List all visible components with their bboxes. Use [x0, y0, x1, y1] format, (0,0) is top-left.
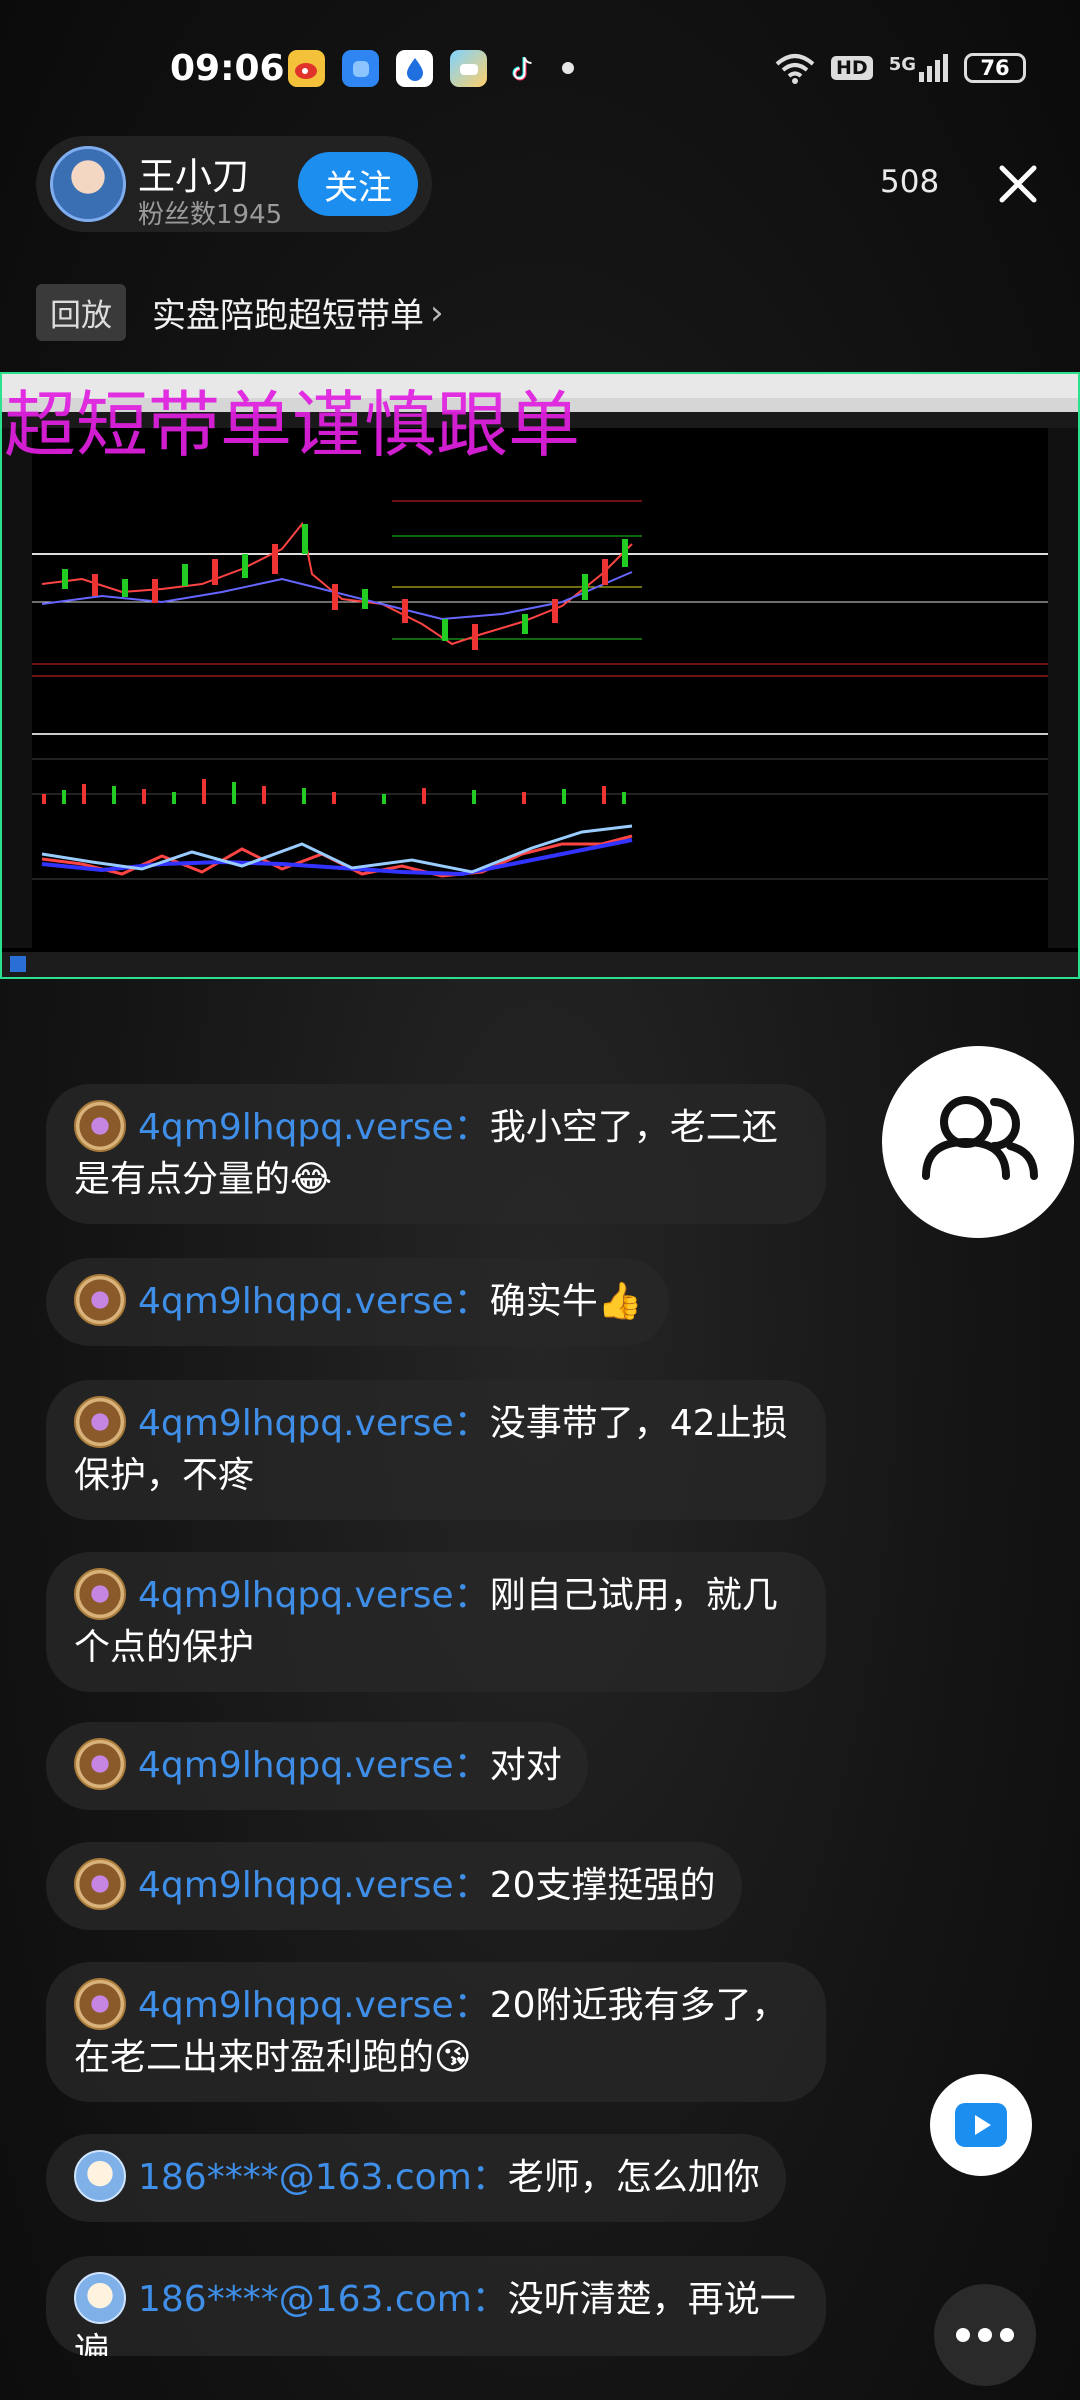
video-mode-button[interactable]: [930, 2074, 1032, 2176]
group-chat-button[interactable]: [882, 1046, 1074, 1238]
host-avatar[interactable]: [50, 146, 126, 222]
chat-message[interactable]: 4qm9lhqpq.verse：20支撑挺强的: [46, 1842, 742, 1930]
dot: [978, 2328, 992, 2342]
chat-username[interactable]: 4qm9lhqpq.verse：: [138, 1575, 490, 1616]
chat-message[interactable]: 186****@163.com：老师，怎么加你: [46, 2134, 786, 2222]
users-icon: [922, 1096, 1038, 1180]
replay-row[interactable]: 回放 实盘陪跑超短带单 ›: [36, 284, 444, 341]
system-icons: HD 5G 76: [775, 52, 1026, 84]
close-icon[interactable]: [994, 160, 1042, 208]
host-fans-count: 粉丝数1945: [138, 200, 283, 230]
chat-username[interactable]: 4qm9lhqpq.verse：: [138, 1403, 490, 1444]
blue-app-icon: [342, 50, 379, 87]
more-notifications-dot: [562, 62, 574, 74]
status-time: 09:06: [170, 48, 285, 89]
user-avatar[interactable]: [74, 1858, 126, 1910]
chat-message[interactable]: 4qm9lhqpq.verse：20附近我有多了，在老二出来时盈利跑的😘: [46, 1962, 826, 2102]
play-icon: [955, 2103, 1007, 2147]
chat-username[interactable]: 4qm9lhqpq.verse：: [138, 1985, 490, 2026]
replay-tag: 回放: [36, 284, 126, 341]
chat-username[interactable]: 4qm9lhqpq.verse：: [138, 1865, 490, 1906]
cloud-app-icon: [450, 50, 487, 87]
chat-username[interactable]: 186****@163.com：: [138, 2157, 508, 2198]
chat-message[interactable]: 4qm9lhqpq.verse：确实牛👍: [46, 1258, 669, 1346]
chat-text: 20支撑挺强的: [489, 1865, 716, 1906]
chat-text: 确实牛👍: [489, 1281, 643, 1322]
viewer-count[interactable]: 508: [880, 164, 939, 200]
user-avatar[interactable]: [74, 2272, 126, 2324]
user-avatar[interactable]: [74, 2150, 126, 2202]
follow-button[interactable]: 关注: [298, 152, 418, 216]
dot: [1000, 2328, 1014, 2342]
chat-message[interactable]: 4qm9lhqpq.verse：我小空了，老二还是有点分量的😂: [46, 1084, 826, 1224]
chat-text: 对对: [489, 1745, 562, 1786]
battery-indicator: 76: [964, 53, 1026, 83]
chat-username[interactable]: 4qm9lhqpq.verse：: [138, 1107, 490, 1148]
more-options-button[interactable]: [934, 2284, 1036, 2386]
chevron-right-icon[interactable]: ›: [430, 293, 444, 333]
chat-message[interactable]: 4qm9lhqpq.verse：对对: [46, 1722, 588, 1810]
dot: [956, 2328, 970, 2342]
chat-message[interactable]: 4qm9lhqpq.verse：没事带了，42止损保护，不疼: [46, 1380, 826, 1520]
chat-username[interactable]: 186****@163.com：: [138, 2279, 508, 2320]
chat-username[interactable]: 4qm9lhqpq.verse：: [138, 1745, 490, 1786]
wifi-icon: [775, 54, 815, 84]
host-card[interactable]: 王小刀 粉丝数1945 关注: [36, 136, 432, 232]
user-avatar[interactable]: [74, 1274, 126, 1326]
user-avatar[interactable]: [74, 1396, 126, 1448]
user-avatar[interactable]: [74, 1738, 126, 1790]
chat-message[interactable]: 186****@163.com：没听清楚，再说一遍: [46, 2256, 826, 2356]
chat-text: 老师，怎么加你: [507, 2157, 760, 2198]
user-avatar[interactable]: [74, 1978, 126, 2030]
user-avatar[interactable]: [74, 1568, 126, 1620]
signal-icon: 5G: [889, 54, 948, 82]
chat-username[interactable]: 4qm9lhqpq.verse：: [138, 1281, 490, 1322]
status-bar: 09:06 HD 5G 76: [0, 0, 1080, 140]
replay-title[interactable]: 实盘陪跑超短带单: [152, 288, 424, 337]
notification-icons: [288, 50, 541, 87]
tiktok-icon: [504, 50, 541, 87]
user-avatar[interactable]: [74, 1100, 126, 1152]
video-overlay-title: 超短带单谨慎跟单: [4, 383, 581, 467]
drop-app-icon: [396, 50, 433, 87]
live-video[interactable]: 超短带单谨慎跟单: [0, 372, 1080, 979]
weibo-icon: [288, 50, 325, 87]
host-name: 王小刀: [138, 155, 249, 198]
chat-message[interactable]: 4qm9lhqpq.verse：刚自己试用，就几个点的保护: [46, 1552, 826, 1692]
hd-badge: HD: [831, 56, 873, 80]
